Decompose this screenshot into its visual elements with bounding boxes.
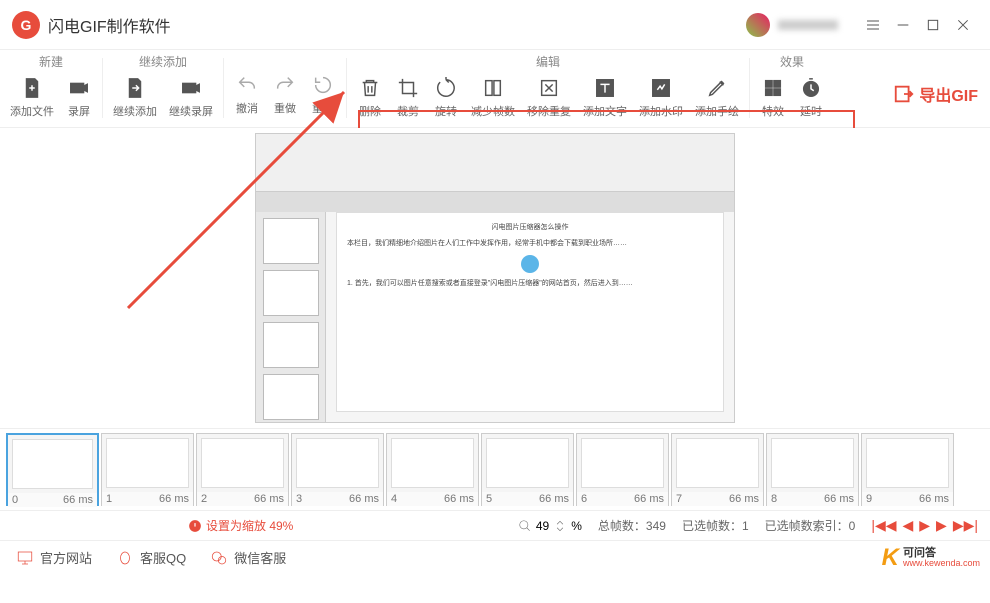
stopwatch-icon (798, 75, 824, 101)
maximize-button[interactable] (918, 10, 948, 40)
frame-1[interactable]: 166 ms (101, 433, 194, 506)
zoom-control[interactable]: 49 % (518, 519, 582, 533)
delete-button[interactable]: 删除 (351, 73, 389, 121)
wechat-link[interactable]: 微信客服 (210, 548, 286, 567)
minimize-button[interactable] (888, 10, 918, 40)
continue-add-button[interactable]: 继续添加 (107, 73, 163, 121)
selected-frames: 已选帧数：1 (682, 517, 749, 534)
toolbar: 新建 添加文件 录屏 继续添加 继续添加 继续录屏 撤消 重做 重置 编辑 删除… (0, 50, 990, 128)
continue-record-button[interactable]: 继续录屏 (163, 73, 219, 121)
playback-controls: |◀◀ ◀ ▶ ▶ ▶▶| (871, 517, 978, 534)
reduce-frames-button[interactable]: 减少帧数 (465, 73, 521, 121)
frame-7[interactable]: 766 ms (671, 433, 764, 506)
qq-icon (116, 549, 134, 567)
rotate-button[interactable]: 旋转 (427, 73, 465, 121)
frame-2[interactable]: 266 ms (196, 433, 289, 506)
group-label-effect: 效果 (754, 50, 830, 73)
redo-icon (272, 72, 298, 98)
info-icon (188, 519, 202, 533)
undo-icon (234, 72, 260, 98)
add-file-button[interactable]: 添加文件 (4, 73, 60, 121)
footer: 官方网站 客服QQ 微信客服 K 可问答www.kewenda.com (0, 540, 990, 574)
chevron-up-down-icon (553, 519, 567, 533)
site-watermark: K 可问答www.kewenda.com (882, 544, 980, 572)
reduce-icon (480, 75, 506, 101)
canvas-area: 闪电图片压缩器怎么操作 本栏目，我们精细地介绍图片在人们工作中发挥作用，经常手机… (0, 128, 990, 428)
add-text-button[interactable]: 添加文字 (577, 73, 633, 121)
fx-icon (760, 75, 786, 101)
qq-link[interactable]: 客服QQ (116, 548, 186, 567)
frame-5[interactable]: 566 ms (481, 433, 574, 506)
frames-strip: 066 ms166 ms266 ms366 ms466 ms566 ms666 … (0, 428, 990, 510)
export-gif-button[interactable]: 导出GIF (893, 82, 978, 106)
group-effect: 效果 特效 延时 (750, 50, 834, 121)
dedup-icon (536, 75, 562, 101)
official-site-link[interactable]: 官方网站 (16, 548, 92, 567)
crop-button[interactable]: 裁剪 (389, 73, 427, 121)
undo-button[interactable]: 撤消 (228, 70, 266, 118)
remove-dup-button[interactable]: 移除重复 (521, 73, 577, 121)
frame-0[interactable]: 066 ms (6, 433, 99, 506)
first-button[interactable]: |◀◀ (871, 517, 896, 534)
zoom-warning: 设置为缩放 49% (188, 517, 293, 534)
group-label-append: 继续添加 (107, 50, 219, 73)
rotate-icon (433, 75, 459, 101)
menu-button[interactable] (858, 10, 888, 40)
file-plus-icon (19, 75, 45, 101)
document-preview: 闪电图片压缩器怎么操作 本栏目，我们精细地介绍图片在人们工作中发挥作用，经常手机… (255, 133, 735, 423)
redo-button[interactable]: 重做 (266, 70, 304, 118)
wechat-icon (210, 549, 228, 567)
text-icon (592, 75, 618, 101)
frame-4[interactable]: 466 ms (386, 433, 479, 506)
reset-button[interactable]: 重置 (304, 70, 342, 118)
delay-button[interactable]: 延时 (792, 73, 830, 121)
next-button[interactable]: ▶ (936, 517, 947, 534)
crop-icon (395, 75, 421, 101)
frame-8[interactable]: 866 ms (766, 433, 859, 506)
group-history: 撤消 重做 重置 (224, 50, 346, 118)
file-arrow-icon (122, 75, 148, 101)
fx-button[interactable]: 特效 (754, 73, 792, 121)
total-frames: 总帧数：349 (598, 517, 666, 534)
group-label-edit: 编辑 (351, 50, 745, 73)
pencil-icon (704, 75, 730, 101)
statusbar: 设置为缩放 49% 49 % 总帧数：349 已选帧数：1 已选帧数索引：0 |… (0, 510, 990, 540)
trash-icon (357, 75, 383, 101)
play-button[interactable]: ▶ (919, 517, 930, 534)
user-name (778, 20, 838, 30)
group-label-new: 新建 (4, 50, 98, 73)
add-watermark-button[interactable]: 添加水印 (633, 73, 689, 121)
frame-3[interactable]: 366 ms (291, 433, 384, 506)
search-icon (518, 519, 532, 533)
reset-icon (310, 72, 336, 98)
add-hand-button[interactable]: 添加手绘 (689, 73, 745, 121)
selected-index: 已选帧数索引：0 (765, 517, 856, 534)
group-append: 继续添加 继续添加 继续录屏 (103, 50, 223, 121)
close-button[interactable] (948, 10, 978, 40)
frame-6[interactable]: 666 ms (576, 433, 669, 506)
user-avatar[interactable] (746, 13, 770, 37)
last-button[interactable]: ▶▶| (953, 517, 978, 534)
prev-button[interactable]: ◀ (902, 517, 913, 534)
titlebar: G 闪电GIF制作软件 (0, 0, 990, 50)
export-icon (893, 83, 915, 105)
frame-9[interactable]: 966 ms (861, 433, 954, 506)
monitor-icon (16, 549, 34, 567)
app-title: 闪电GIF制作软件 (48, 13, 746, 37)
app-logo: G (12, 11, 40, 39)
watermark-icon (648, 75, 674, 101)
camera-arrow-icon (178, 75, 204, 101)
record-button[interactable]: 录屏 (60, 73, 98, 121)
group-edit: 编辑 删除 裁剪 旋转 减少帧数 移除重复 添加文字 添加水印 添加手绘 (347, 50, 749, 121)
group-new: 新建 添加文件 录屏 (0, 50, 102, 121)
camera-icon (66, 75, 92, 101)
